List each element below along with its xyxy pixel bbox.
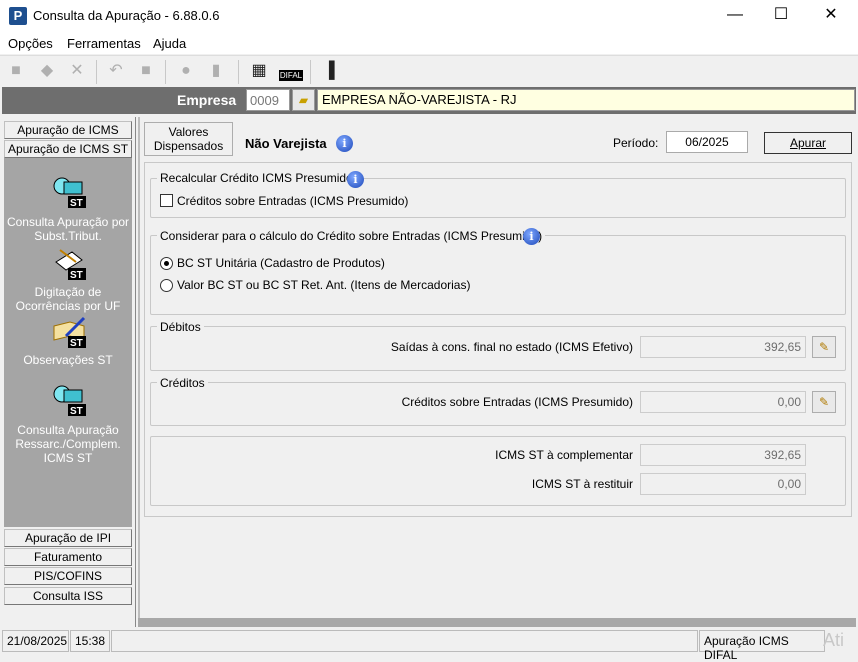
minimize-button[interactable]: — [712, 0, 758, 32]
creditos-entradas-checkbox[interactable] [160, 194, 173, 207]
svg-text:ST: ST [70, 338, 83, 349]
debitos-group-title: Débitos [157, 320, 204, 334]
toolbar-separator [310, 60, 311, 84]
tab-apuracao-icms[interactable]: Apuração de ICMS [4, 121, 132, 139]
difal-icon[interactable]: DIFAL [278, 60, 304, 82]
sidebar-item-observacoes-st[interactable]: Observações ST [4, 353, 132, 367]
menu-opcoes[interactable]: Opções [8, 36, 53, 51]
edit-debitos-icon[interactable]: ✎ [812, 336, 836, 358]
icms-st-complementar-value: 392,65 [640, 444, 806, 466]
info-icon[interactable]: i [523, 228, 540, 245]
periodo-input[interactable]: 06/2025 [666, 131, 748, 153]
empresa-name-field: EMPRESA NÃO-VAREJISTA - RJ [317, 89, 855, 111]
icms-st-complementar-label: ICMS ST à complementar [495, 448, 633, 462]
digitacao-st-icon[interactable]: ST [52, 248, 88, 282]
tab-faturamento[interactable]: Faturamento [4, 548, 132, 566]
periodo-label: Período: [613, 136, 659, 150]
apurar-button[interactable]: Apurar [764, 132, 852, 154]
exit-icon[interactable]: ▐ [318, 60, 340, 82]
status-date: 21/08/2025 [2, 630, 69, 652]
empresa-label: Empresa [177, 92, 237, 108]
toolbar-separator [165, 60, 166, 84]
debitos-value: 392,65 [640, 336, 806, 358]
edit-creditos-icon[interactable]: ✎ [812, 391, 836, 413]
observacoes-st-icon[interactable]: ST [52, 316, 88, 350]
consulta-ressarc-icon[interactable]: ST [52, 384, 88, 418]
export-icon[interactable]: ▦ [248, 60, 270, 82]
delete-icon[interactable]: ✕ [66, 60, 88, 82]
print-icon[interactable]: ● [175, 60, 197, 82]
watermark: Ati [823, 630, 845, 650]
undo-icon[interactable]: ↶ [105, 60, 127, 82]
svg-text:ST: ST [70, 198, 83, 209]
menu-ferramentas[interactable]: Ferramentas [67, 36, 141, 51]
status-message [111, 630, 698, 652]
creditos-entradas-checkbox-label: Créditos sobre Entradas (ICMS Presumido) [177, 194, 409, 208]
svg-text:ST: ST [70, 270, 83, 281]
info-icon[interactable]: i [336, 135, 353, 152]
considerar-group-title: Considerar para o cálculo do Crédito sob… [157, 229, 546, 243]
sidebar-item-consulta-apuracao-st[interactable]: Consulta Apuração por Subst.Tribut. [4, 215, 132, 243]
status-module: Apuração ICMS DIFAL [699, 630, 825, 662]
icms-st-restituir-value: 0,00 [640, 473, 806, 495]
close-button[interactable]: ✕ [808, 0, 854, 32]
debitos-label: Saídas à cons. final no estado (ICMS Efe… [390, 340, 633, 354]
menu-ajuda[interactable]: Ajuda [153, 36, 186, 51]
mode-label: Não Varejista [245, 136, 327, 151]
tab-consulta-iss[interactable]: Consulta ISS [4, 587, 132, 605]
horizontal-scrollbar[interactable] [138, 618, 856, 627]
radio-bc-st-unitaria-label: BC ST Unitária (Cadastro de Produtos) [177, 256, 385, 270]
considerar-group [150, 235, 846, 315]
new-icon[interactable]: ■ [5, 60, 27, 82]
radio-valor-bc-st-label: Valor BC ST ou BC ST Ret. Ant. (Itens de… [177, 278, 471, 292]
creditos-value: 0,00 [640, 391, 806, 413]
tab-apuracao-ipi[interactable]: Apuração de IPI [4, 529, 132, 547]
radio-bc-st-unitaria[interactable] [160, 257, 173, 270]
open-folder-icon[interactable]: ▰ [292, 89, 315, 111]
recalc-group-title: Recalcular Crédito ICMS Presumido [157, 171, 356, 185]
status-time: 15:38 [70, 630, 110, 652]
creditos-group-title: Créditos [157, 376, 208, 390]
edit-icon[interactable]: ◆ [36, 60, 58, 82]
consulta-st-icon[interactable]: ST [52, 176, 88, 210]
stop-icon[interactable]: ■ [135, 60, 157, 82]
maximize-button[interactable]: ☐ [758, 0, 804, 32]
info-icon[interactable]: i [347, 171, 364, 188]
truck-icon[interactable]: ▮ [205, 60, 227, 82]
difal-label: DIFAL [278, 70, 304, 81]
tab-pis-cofins[interactable]: PIS/COFINS [4, 567, 132, 585]
app-icon: P [9, 7, 27, 25]
toolbar-separator [96, 60, 97, 84]
tab-apuracao-icms-st[interactable]: Apuração de ICMS ST [4, 140, 132, 158]
toolbar-separator [238, 60, 239, 84]
toolbar [0, 55, 858, 87]
radio-valor-bc-st[interactable] [160, 279, 173, 292]
creditos-label: Créditos sobre Entradas (ICMS Presumido) [401, 395, 633, 409]
sidebar-item-digitacao-ocorrencias[interactable]: Digitação de Ocorrências por UF [4, 285, 132, 313]
valores-dispensados-button[interactable]: Valores Dispensados [144, 122, 233, 156]
empresa-code-input[interactable]: 0009 [246, 89, 290, 111]
svg-text:ST: ST [70, 406, 83, 417]
icms-st-restituir-label: ICMS ST à restituir [531, 477, 633, 491]
window-title: Consulta da Apuração - 6.88.0.6 [33, 8, 220, 23]
sidebar-item-consulta-ressarc[interactable]: Consulta Apuração Ressarc./Complem. ICMS… [4, 423, 132, 465]
